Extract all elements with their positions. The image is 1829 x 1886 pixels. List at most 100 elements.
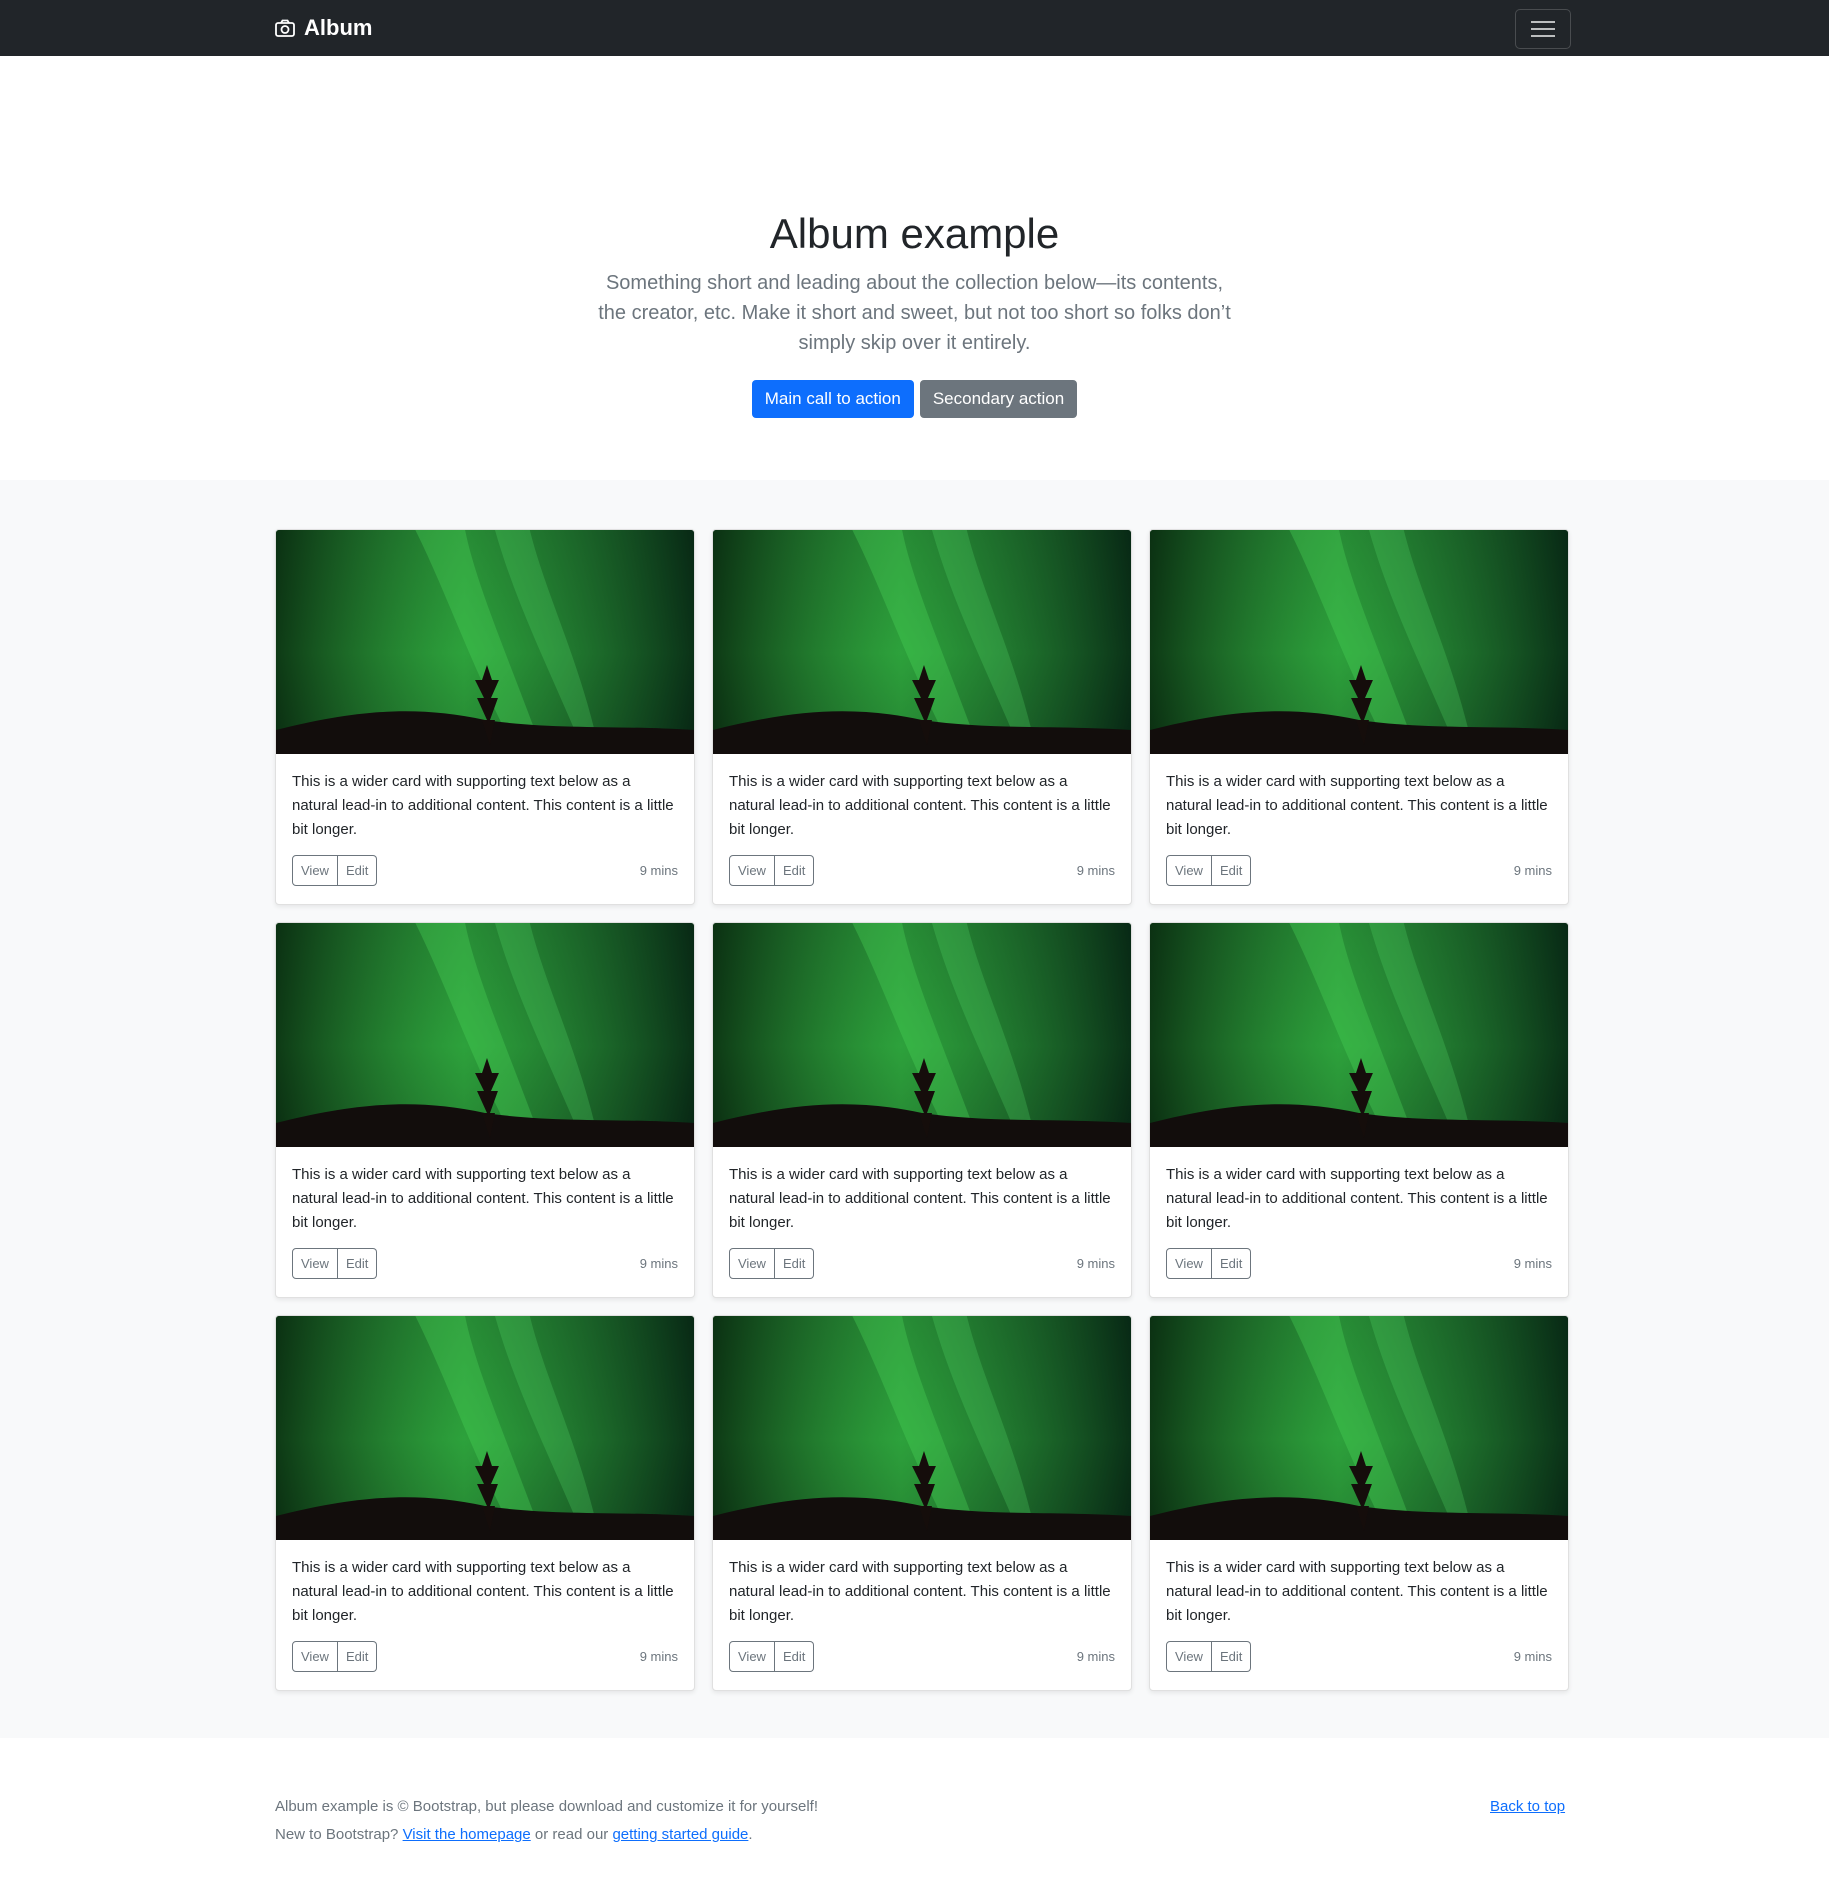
album-section: This is a wider card with supporting tex… [0, 480, 1829, 1738]
footer-suffix: . [748, 1826, 753, 1843]
card-body: This is a wider card with supporting tex… [276, 1540, 694, 1672]
aurora-thumbnail-image [713, 1316, 1131, 1540]
card-time: 9 mins [639, 1256, 678, 1271]
card-button-group: View Edit [292, 855, 378, 886]
footer-copyright: Album example is © Bootstrap, but please… [275, 1798, 818, 1815]
card-body: This is a wider card with supporting tex… [1150, 1540, 1568, 1672]
card-time: 9 mins [1076, 863, 1115, 878]
card-button-group: View Edit [729, 855, 815, 886]
view-button[interactable]: View [292, 1248, 338, 1279]
getting-started-link[interactable]: getting started guide [612, 1826, 748, 1843]
camera-icon [275, 19, 295, 37]
view-button[interactable]: View [1166, 1248, 1212, 1279]
card-button-group: View Edit [729, 1248, 815, 1279]
aurora-thumbnail-image [276, 1316, 694, 1540]
edit-button[interactable]: Edit [1211, 1248, 1252, 1279]
hero-lead: Something short and leading about the co… [598, 272, 1231, 354]
card-body: This is a wider card with supporting tex… [713, 1147, 1131, 1279]
card-text: This is a wider card with supporting tex… [1166, 773, 1548, 838]
card-footer: View Edit 9 mins [729, 855, 1115, 886]
album-card: This is a wider card with supporting tex… [712, 529, 1132, 905]
view-button[interactable]: View [729, 1641, 775, 1672]
view-button[interactable]: View [292, 1641, 338, 1672]
card-text: This is a wider card with supporting tex… [729, 1559, 1111, 1624]
aurora-thumbnail-image [276, 923, 694, 1147]
footer-links-line: New to Bootstrap? Visit the homepage or … [275, 1821, 1829, 1849]
edit-button[interactable]: Edit [337, 1248, 378, 1279]
back-to-top-link[interactable]: Back to top [1490, 1793, 1565, 1821]
card-time: 9 mins [1076, 1649, 1115, 1664]
card-body: This is a wider card with supporting tex… [1150, 754, 1568, 886]
card-button-group: View Edit [1166, 1248, 1252, 1279]
card-footer: View Edit 9 mins [729, 1641, 1115, 1672]
card-button-group: View Edit [1166, 855, 1252, 886]
card-grid: This is a wider card with supporting tex… [275, 529, 1570, 1691]
edit-button[interactable]: Edit [774, 1248, 815, 1279]
edit-button[interactable]: Edit [337, 855, 378, 886]
page-title: Album example [769, 210, 1060, 257]
album-card: This is a wider card with supporting tex… [275, 529, 695, 905]
hero-actions: Main call to action Secondary action [0, 380, 1829, 418]
homepage-link[interactable]: Visit the homepage [403, 1826, 531, 1843]
edit-button[interactable]: Edit [774, 855, 815, 886]
hero-section: Album example Something short and leadin… [0, 56, 1829, 480]
view-button[interactable]: View [729, 855, 775, 886]
card-body: This is a wider card with supporting tex… [276, 754, 694, 886]
footer-text: Album example is © Bootstrap, but please… [275, 1793, 1829, 1849]
card-text: This is a wider card with supporting tex… [292, 1559, 674, 1624]
card-footer: View Edit 9 mins [1166, 1641, 1552, 1672]
album-card: This is a wider card with supporting tex… [275, 1315, 695, 1691]
card-button-group: View Edit [292, 1248, 378, 1279]
hamburger-menu-icon [1531, 21, 1555, 37]
view-button[interactable]: View [1166, 855, 1212, 886]
main-call-to-action-button[interactable]: Main call to action [751, 380, 914, 418]
brand-label: Album [304, 15, 373, 40]
footer-middle: or read our [534, 1826, 609, 1843]
card-text: This is a wider card with supporting tex… [292, 1166, 674, 1231]
card-text: This is a wider card with supporting tex… [1166, 1559, 1548, 1624]
card-footer: View Edit 9 mins [292, 1641, 678, 1672]
aurora-thumbnail-image [713, 923, 1131, 1147]
album-card: This is a wider card with supporting tex… [712, 1315, 1132, 1691]
card-footer: View Edit 9 mins [1166, 1248, 1552, 1279]
edit-button[interactable]: Edit [774, 1641, 815, 1672]
brand-link[interactable]: Album [275, 15, 372, 41]
card-text: This is a wider card with supporting tex… [292, 773, 674, 838]
card-body: This is a wider card with supporting tex… [713, 754, 1131, 886]
card-footer: View Edit 9 mins [292, 1248, 678, 1279]
card-text: This is a wider card with supporting tex… [1166, 1166, 1548, 1231]
card-time: 9 mins [639, 1649, 678, 1664]
card-text: This is a wider card with supporting tex… [729, 1166, 1111, 1231]
card-time: 9 mins [1513, 1256, 1552, 1271]
card-footer: View Edit 9 mins [1166, 855, 1552, 886]
aurora-thumbnail-image [1150, 530, 1568, 754]
aurora-thumbnail-image [1150, 923, 1568, 1147]
card-body: This is a wider card with supporting tex… [1150, 1147, 1568, 1279]
card-time: 9 mins [639, 863, 678, 878]
view-button[interactable]: View [1166, 1641, 1212, 1672]
edit-button[interactable]: Edit [1211, 855, 1252, 886]
card-footer: View Edit 9 mins [292, 855, 678, 886]
aurora-thumbnail-image [1150, 1316, 1568, 1540]
card-body: This is a wider card with supporting tex… [276, 1147, 694, 1279]
card-text: This is a wider card with supporting tex… [729, 773, 1111, 838]
album-card: This is a wider card with supporting tex… [1149, 529, 1569, 905]
album-card: This is a wider card with supporting tex… [275, 922, 695, 1298]
secondary-action-button[interactable]: Secondary action [919, 380, 1078, 418]
card-button-group: View Edit [292, 1641, 378, 1672]
view-button[interactable]: View [729, 1248, 775, 1279]
card-button-group: View Edit [1166, 1641, 1252, 1672]
card-footer: View Edit 9 mins [729, 1248, 1115, 1279]
navbar: Album [0, 0, 1829, 56]
card-time: 9 mins [1513, 863, 1552, 878]
edit-button[interactable]: Edit [1211, 1641, 1252, 1672]
album-card: This is a wider card with supporting tex… [1149, 922, 1569, 1298]
navbar-toggler-button[interactable] [1515, 9, 1571, 49]
card-body: This is a wider card with supporting tex… [713, 1540, 1131, 1672]
footer: Album example is © Bootstrap, but please… [0, 1738, 1829, 1886]
album-card: This is a wider card with supporting tex… [1149, 1315, 1569, 1691]
aurora-thumbnail-image [276, 530, 694, 754]
card-button-group: View Edit [729, 1641, 815, 1672]
edit-button[interactable]: Edit [337, 1641, 378, 1672]
view-button[interactable]: View [292, 855, 338, 886]
